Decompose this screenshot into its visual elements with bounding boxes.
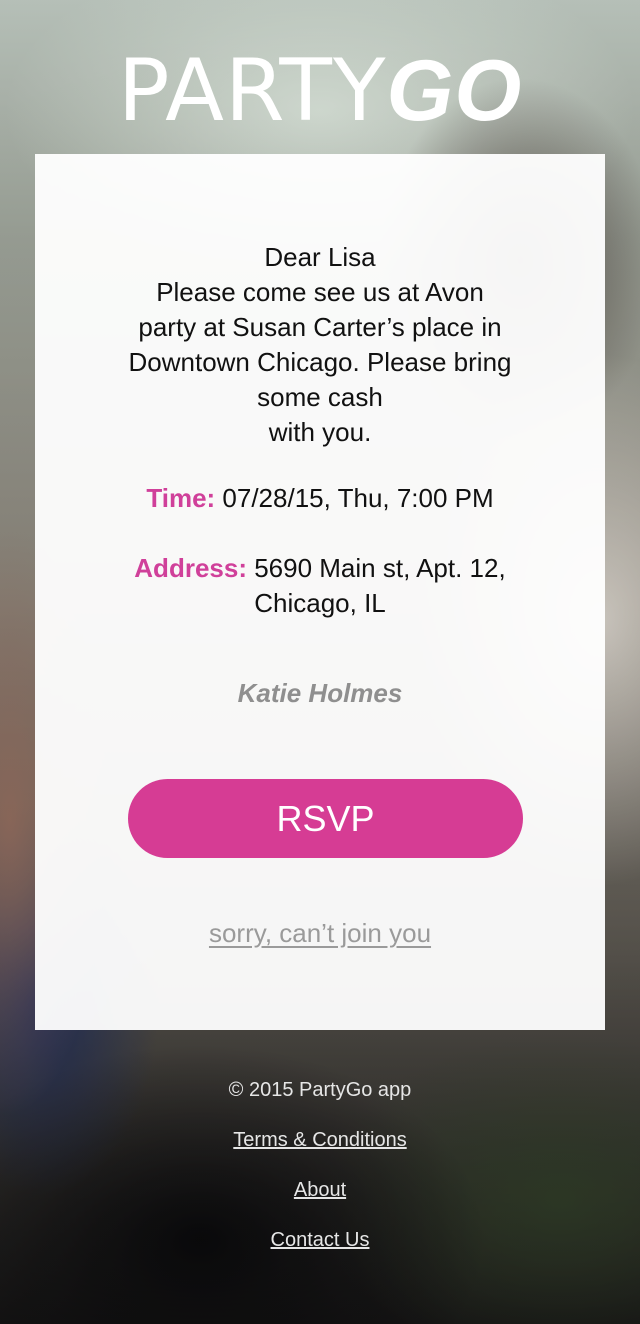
logo-text-go: GO	[386, 43, 523, 139]
about-link[interactable]: About	[294, 1179, 346, 1201]
message-line: Downtown Chicago. Please bring	[128, 347, 512, 377]
sender-name: Katie Holmes	[237, 678, 403, 708]
event-time: Time: 07/28/15, Thu, 7:00 PM	[95, 481, 545, 516]
message-line: with you.	[268, 417, 372, 447]
contact-link[interactable]: Contact Us	[271, 1229, 370, 1251]
rsvp-button[interactable]: RSVP	[128, 779, 523, 858]
decline-link[interactable]: sorry, can’t join you	[35, 918, 605, 949]
footer-link-wrapper-terms: Terms & Conditions	[0, 1129, 640, 1152]
greeting: Dear Lisa	[264, 242, 376, 272]
invitation-message: Dear Lisa Please come see us at Avon par…	[95, 240, 545, 450]
address-value-line1: 5690 Main st, Apt. 12,	[246, 553, 506, 583]
message-line: Please come see us at Avon	[156, 277, 484, 307]
footer-link-wrapper-contact: Contact Us	[0, 1229, 640, 1252]
message-line: some cash	[257, 382, 383, 412]
terms-link[interactable]: Terms & Conditions	[233, 1129, 406, 1151]
message-line: party at Susan Carter’s place in	[138, 312, 502, 342]
partygo-logo: PARTYGO	[0, 48, 640, 134]
footer-link-wrapper-about: About	[0, 1179, 640, 1202]
event-address: Address: 5690 Main st, Apt. 12, Chicago,…	[95, 551, 545, 621]
time-label: Time:	[146, 483, 216, 513]
copyright-text: © 2015 PartyGo app	[228, 1079, 412, 1101]
invitation-card: Dear Lisa Please come see us at Avon par…	[35, 154, 605, 1030]
time-value: 07/28/15, Thu, 7:00 PM	[215, 483, 494, 513]
address-label: Address:	[134, 553, 247, 583]
address-value-line2: Chicago, IL	[254, 588, 386, 618]
logo-text-party: PARTY	[117, 41, 387, 141]
